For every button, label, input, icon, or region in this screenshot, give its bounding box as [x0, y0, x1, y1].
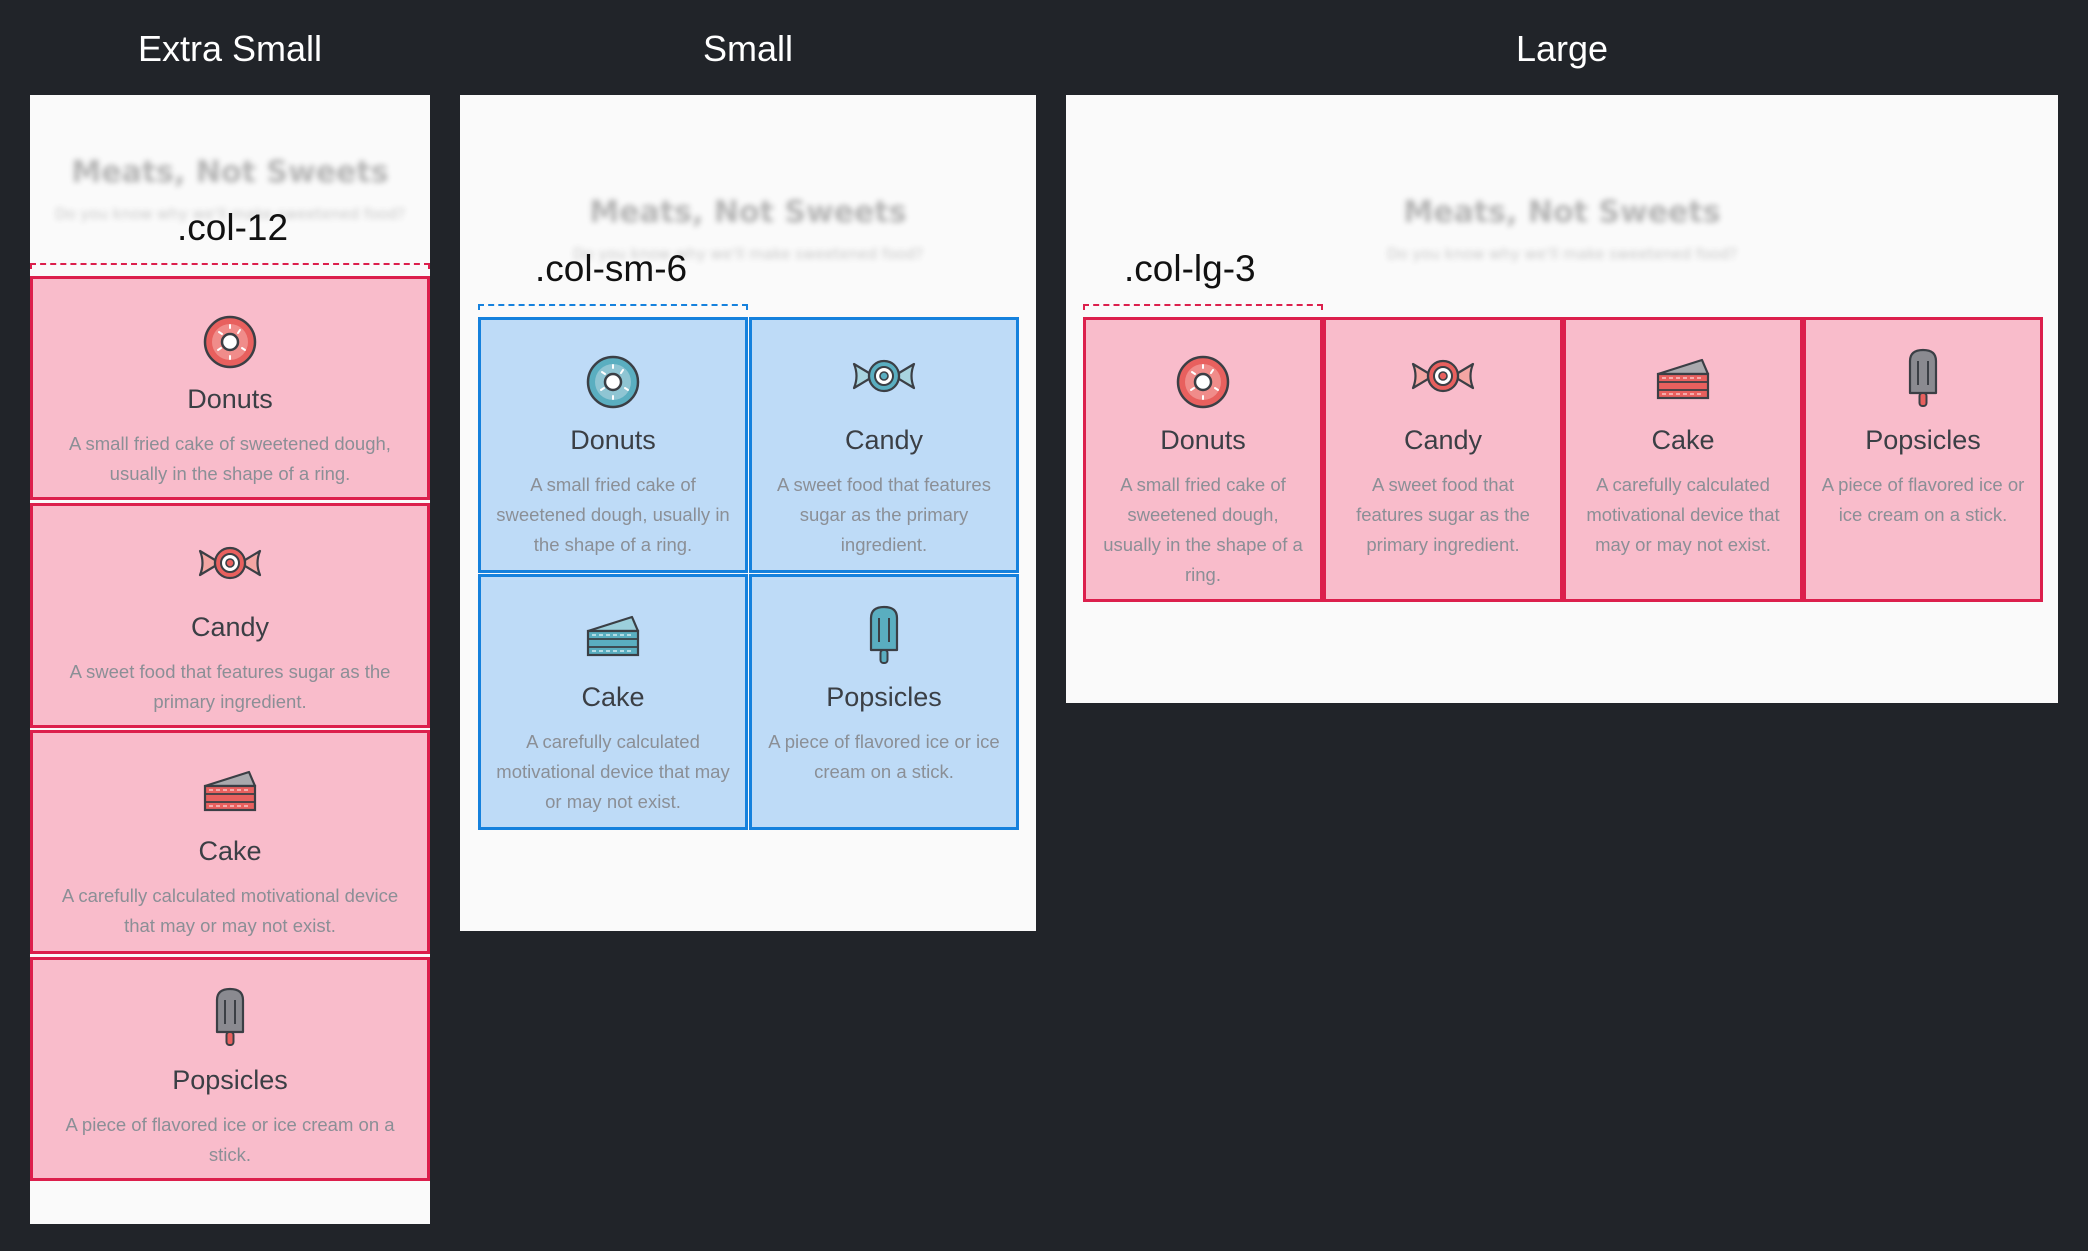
code-label-col-lg-3: .col-lg-3	[1124, 248, 1256, 289]
card-candy: Candy A sweet food that features sugar a…	[30, 503, 430, 728]
card-candy: Candy A sweet food that features sugar a…	[749, 317, 1019, 573]
card-description: A small fried cake of sweetened dough, u…	[1103, 474, 1303, 585]
column-width-marker	[1083, 304, 1323, 310]
card-title: Candy	[190, 612, 270, 642]
card-description: A small fried cake of sweetened dough, u…	[496, 474, 730, 555]
candy-icon	[1410, 356, 1476, 396]
frame-large: Meats, Not Sweets Do you know why we'll …	[1066, 95, 2058, 703]
cake-icon	[1654, 354, 1712, 402]
card-description: A carefully calculated motivational devi…	[1586, 474, 1780, 555]
candy-icon	[851, 356, 917, 396]
card-title: Donuts	[187, 384, 273, 414]
popsicle-icon	[1906, 347, 1940, 409]
page-title: Meats, Not Sweets	[589, 195, 907, 230]
code-label-col-sm-6: .col-sm-6	[535, 248, 688, 289]
card-title: Cake	[198, 836, 262, 866]
column-width-marker	[478, 304, 748, 310]
card-title: Popsicles	[172, 1065, 288, 1095]
cake-icon	[201, 766, 259, 814]
heading-large: Large	[1515, 28, 1609, 69]
donut-icon	[585, 354, 641, 410]
code-label-col-12: .col-12	[177, 207, 289, 248]
card-donuts: Donuts A small fried cake of sweetened d…	[478, 317, 748, 573]
popsicle-icon	[213, 986, 247, 1048]
page-title: Meats, Not Sweets	[71, 155, 389, 190]
card-cake: Cake A carefully calculated motivational…	[1563, 317, 1803, 602]
card-popsicles: Popsicles A piece of flavored ice or ice…	[30, 957, 430, 1181]
card-title: Cake	[581, 682, 645, 712]
card-description: A carefully calculated motivational devi…	[496, 731, 730, 812]
candy-icon	[197, 543, 263, 583]
card-title: Donuts	[570, 425, 656, 455]
card-title: Candy	[844, 425, 924, 455]
card-title: Popsicles	[1865, 425, 1981, 455]
card-title: Candy	[1403, 425, 1483, 455]
card-description: A sweet food that features sugar as the …	[777, 474, 991, 555]
card-title: Popsicles	[826, 682, 942, 712]
card-description: A piece of flavored ice or ice cream on …	[1821, 474, 2025, 525]
card-title: Cake	[1651, 425, 1715, 455]
card-title: Donuts	[1160, 425, 1246, 455]
frame-small: Meats, Not Sweets Do you know why we'll …	[460, 95, 1036, 931]
card-cake: Cake A carefully calculated motivational…	[30, 730, 430, 954]
card-popsicles: Popsicles A piece of flavored ice or ice…	[1803, 317, 2043, 602]
heading-extra-small: Extra Small	[137, 28, 323, 69]
card-popsicles: Popsicles A piece of flavored ice or ice…	[749, 574, 1019, 830]
donut-icon	[202, 314, 258, 370]
card-description: A sweet food that features sugar as the …	[1356, 474, 1530, 555]
card-candy: Candy A sweet food that features sugar a…	[1323, 317, 1563, 602]
cake-icon	[584, 611, 642, 659]
heading-small: Small	[702, 28, 794, 69]
popsicle-icon	[867, 604, 901, 666]
card-description: A sweet food that features sugar as the …	[69, 661, 391, 712]
card-description: A piece of flavored ice or ice cream on …	[768, 731, 1000, 782]
card-cake: Cake A carefully calculated motivational…	[478, 574, 748, 830]
page-title: Meats, Not Sweets	[1403, 195, 1721, 230]
card-description: A carefully calculated motivational devi…	[61, 885, 399, 936]
donut-icon	[1175, 354, 1231, 410]
frame-extra-small: Meats, Not Sweets Do you know why we'll …	[30, 95, 430, 1224]
card-description: A piece of flavored ice or ice cream on …	[65, 1114, 395, 1165]
card-donuts: Donuts A small fried cake of sweetened d…	[1083, 317, 1323, 602]
card-description: A small fried cake of sweetened dough, u…	[69, 433, 391, 484]
column-width-marker	[30, 263, 430, 269]
card-donuts: Donuts A small fried cake of sweetened d…	[30, 276, 430, 500]
